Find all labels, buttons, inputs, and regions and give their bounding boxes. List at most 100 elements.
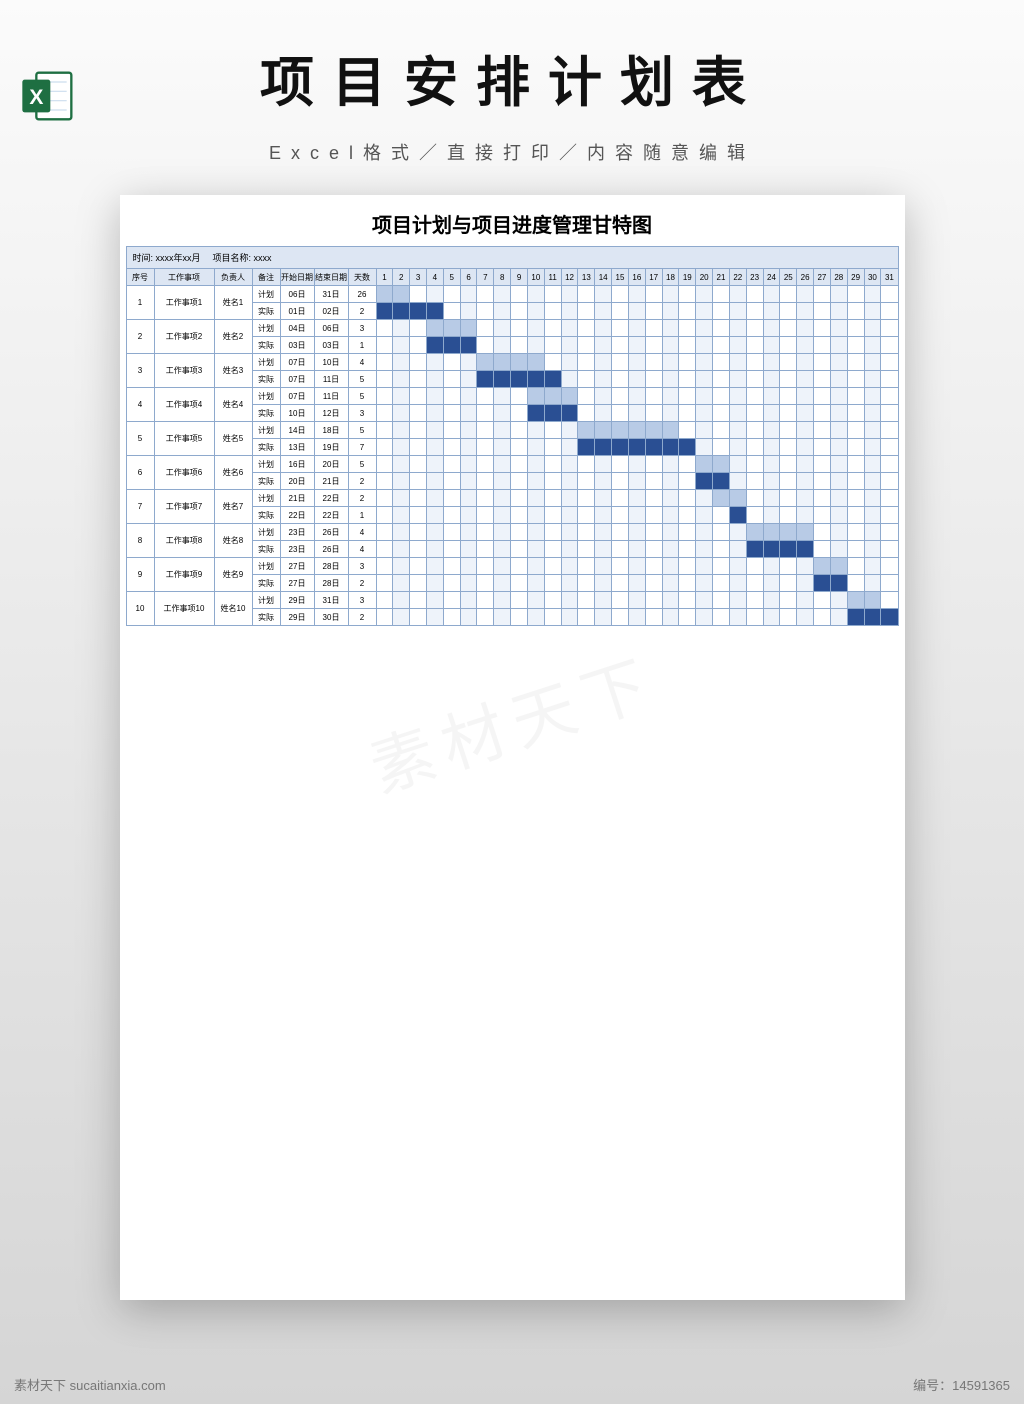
gantt-cell: [544, 371, 561, 388]
gantt-cell: [410, 558, 427, 575]
gantt-cell: [881, 354, 898, 371]
gantt-cell: [561, 337, 578, 354]
gantt-cell: [561, 541, 578, 558]
gantt-cell: [460, 388, 477, 405]
cell-start: 07日: [280, 371, 314, 388]
gantt-cell: [763, 456, 780, 473]
gantt-cell: [511, 609, 528, 626]
gantt-cell: [443, 541, 460, 558]
gantt-cell: [426, 609, 443, 626]
gantt-cell: [561, 507, 578, 524]
gantt-cell: [544, 337, 561, 354]
gantt-cell: [713, 609, 730, 626]
gantt-cell: [376, 286, 393, 303]
gantt-cell: [662, 575, 679, 592]
gantt-cell: [696, 286, 713, 303]
gantt-cell: [544, 439, 561, 456]
gantt-cell: [729, 405, 746, 422]
cell-end: 06日: [314, 320, 348, 337]
cell-start: 10日: [280, 405, 314, 422]
cell-task: 工作事项9: [154, 558, 214, 592]
gantt-cell: [410, 371, 427, 388]
gantt-cell: [814, 507, 831, 524]
cell-start: 16日: [280, 456, 314, 473]
gantt-cell: [713, 371, 730, 388]
gantt-cell: [544, 541, 561, 558]
gantt-cell: [864, 337, 881, 354]
col-day-9: 9: [511, 269, 528, 286]
cell-days: 5: [348, 422, 376, 439]
col-day-24: 24: [763, 269, 780, 286]
gantt-cell: [713, 456, 730, 473]
gantt-cell: [881, 490, 898, 507]
table-row: 7工作事项7姓名7计划21日22日2: [126, 490, 898, 507]
gantt-cell: [612, 558, 629, 575]
gantt-cell: [494, 524, 511, 541]
gantt-cell: [847, 473, 864, 490]
table-row: 5工作事项5姓名5计划14日18日5: [126, 422, 898, 439]
gantt-cell: [527, 371, 544, 388]
gantt-cell: [830, 609, 847, 626]
cell-seq: 4: [126, 388, 154, 422]
gantt-cell: [561, 388, 578, 405]
gantt-cell: [763, 371, 780, 388]
cell-end: 26日: [314, 541, 348, 558]
gantt-cell: [679, 507, 696, 524]
gantt-cell: [376, 337, 393, 354]
gantt-cell: [443, 558, 460, 575]
gantt-cell: [595, 320, 612, 337]
gantt-cell: [662, 337, 679, 354]
gantt-cell: [814, 575, 831, 592]
gantt-cell: [780, 558, 797, 575]
gantt-cell: [544, 456, 561, 473]
gantt-cell: [426, 473, 443, 490]
col-task: 工作事项: [154, 269, 214, 286]
gantt-cell: [763, 592, 780, 609]
col-day-2: 2: [393, 269, 410, 286]
gantt-cell: [628, 524, 645, 541]
gantt-cell: [628, 609, 645, 626]
gantt-cell: [780, 541, 797, 558]
gantt-cell: [729, 473, 746, 490]
gantt-cell: [713, 388, 730, 405]
gantt-cell: [393, 320, 410, 337]
gantt-cell: [696, 541, 713, 558]
gantt-cell: [797, 507, 814, 524]
gantt-cell: [830, 286, 847, 303]
gantt-cell: [426, 286, 443, 303]
gantt-cell: [830, 439, 847, 456]
gantt-cell: [830, 558, 847, 575]
gantt-cell: [578, 558, 595, 575]
gantt-cell: [477, 286, 494, 303]
gantt-cell: [780, 371, 797, 388]
gantt-cell: [746, 320, 763, 337]
gantt-cell: [814, 354, 831, 371]
gantt-cell: [612, 524, 629, 541]
gantt-cell: [797, 388, 814, 405]
gantt-cell: [746, 558, 763, 575]
gantt-cell: [561, 422, 578, 439]
cell-start: 22日: [280, 507, 314, 524]
gantt-cell: [628, 507, 645, 524]
gantt-cell: [628, 439, 645, 456]
gantt-cell: [662, 541, 679, 558]
gantt-cell: [881, 371, 898, 388]
gantt-cell: [645, 456, 662, 473]
gantt-cell: [527, 490, 544, 507]
cell-start: 27日: [280, 575, 314, 592]
gantt-cell: [847, 507, 864, 524]
cell-days: 3: [348, 592, 376, 609]
gantt-cell: [494, 337, 511, 354]
gantt-cell: [814, 558, 831, 575]
page-subtitle: Excel格式／直接打印／内容随意编辑: [0, 139, 1024, 165]
cell-note: 计划: [252, 490, 280, 507]
gantt-cell: [847, 592, 864, 609]
meta-time: 时间: xxxx年xx月: [127, 247, 207, 268]
col-day-22: 22: [729, 269, 746, 286]
col-day-13: 13: [578, 269, 595, 286]
gantt-cell: [612, 286, 629, 303]
gantt-cell: [494, 286, 511, 303]
gantt-cell: [511, 337, 528, 354]
cell-note: 实际: [252, 473, 280, 490]
gantt-cell: [628, 490, 645, 507]
